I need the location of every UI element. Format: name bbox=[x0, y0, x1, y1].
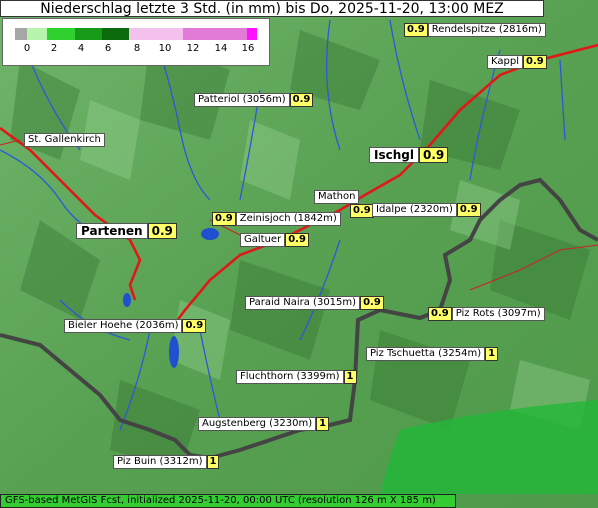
place-name: Mathon bbox=[314, 190, 360, 204]
precip-value: 1 bbox=[206, 455, 220, 469]
place-name: Fluchthorn (3399m) bbox=[236, 370, 344, 384]
place-name: Paraid Naira (3015m) bbox=[245, 296, 361, 310]
precip-value: 1 bbox=[316, 417, 330, 431]
place-galtuer[interactable]: Galtuer 0.9 bbox=[240, 233, 309, 247]
precip-value: 0.9 bbox=[404, 23, 428, 37]
place-paraid-naira[interactable]: Paraid Naira (3015m) 0.9 bbox=[245, 296, 384, 310]
place-name: Bieler Hoehe (2036m) bbox=[64, 319, 183, 333]
place-name: Partenen bbox=[76, 223, 148, 239]
place-name: Rendelspitze (2816m) bbox=[427, 23, 546, 37]
place-name: Kappl bbox=[487, 55, 523, 69]
place-name: Ischgl bbox=[369, 147, 419, 163]
legend-segment-16plus bbox=[247, 28, 257, 40]
legend-segment-missing bbox=[15, 28, 27, 40]
place-bieler-hoehe[interactable]: Bieler Hoehe (2036m) 0.9 bbox=[64, 319, 207, 333]
place-name: Patteriol (3056m) bbox=[194, 93, 290, 107]
place-rendelspitze[interactable]: 0.9 Rendelspitze (2816m) bbox=[404, 23, 546, 37]
place-name: Galtuer bbox=[240, 233, 286, 247]
place-partenen[interactable]: Partenen 0.9 bbox=[76, 223, 177, 239]
legend-segment-0-2 bbox=[27, 28, 47, 40]
precip-value: 1 bbox=[485, 347, 499, 361]
place-ischgl[interactable]: Ischgl 0.9 bbox=[369, 147, 449, 163]
legend-segment-2-4 bbox=[47, 28, 75, 40]
legend-tick: 14 bbox=[214, 43, 228, 54]
forecast-footer: GFS-based MetGIS Fcst, initialized 2025-… bbox=[0, 494, 456, 508]
legend-segment-12-16 bbox=[183, 28, 247, 40]
place-st-gallenkirch[interactable]: St. Gallenkirch bbox=[24, 133, 105, 147]
precip-value: 0.9 bbox=[418, 147, 449, 163]
precip-value: 0.9 bbox=[522, 55, 547, 69]
precip-value: 0.9 bbox=[289, 93, 314, 107]
precip-value: 0.9 bbox=[456, 203, 481, 217]
legend-segment-6-8 bbox=[102, 28, 129, 40]
place-name: Piz Tschuetta (3254m) bbox=[366, 347, 486, 361]
legend-tick: 10 bbox=[158, 43, 172, 54]
precip-legend: 0 2 4 6 8 10 12 14 16 bbox=[2, 18, 270, 66]
place-piz-tschuetta[interactable]: Piz Tschuetta (3254m) 1 bbox=[366, 347, 499, 361]
place-augstenberg[interactable]: Augstenberg (3230m) 1 bbox=[198, 417, 330, 431]
legend-tick: 4 bbox=[77, 43, 85, 54]
map-title: Niederschlag letzte 3 Std. (in mm) bis D… bbox=[0, 0, 544, 17]
legend-tick: 6 bbox=[104, 43, 112, 54]
lake-kops bbox=[201, 228, 219, 240]
precip-value: 0.9 bbox=[350, 204, 374, 218]
place-name: Piz Rots (3097m) bbox=[451, 307, 545, 321]
place-zeinisjoch[interactable]: 0.9 Zeinisjoch (1842m) bbox=[212, 212, 341, 226]
precip-value: 1 bbox=[343, 370, 357, 384]
place-name: St. Gallenkirch bbox=[24, 133, 105, 147]
place-mathon-value[interactable]: 0.9 bbox=[350, 204, 374, 218]
lake-vermunt bbox=[123, 293, 131, 307]
place-kappl[interactable]: Kappl 0.9 bbox=[487, 55, 547, 69]
legend-tick: 12 bbox=[186, 43, 200, 54]
place-patteriol[interactable]: Patteriol (3056m) 0.9 bbox=[194, 93, 314, 107]
precip-value: 0.9 bbox=[285, 233, 309, 247]
precip-value: 0.9 bbox=[147, 223, 177, 239]
lake-silvretta bbox=[169, 336, 179, 368]
precip-value: 0.9 bbox=[428, 307, 452, 321]
place-mathon[interactable]: Mathon bbox=[314, 190, 360, 204]
place-name: Augstenberg (3230m) bbox=[198, 417, 317, 431]
place-idalpe[interactable]: Idalpe (2320m) 0.9 bbox=[372, 203, 481, 217]
legend-tick: 8 bbox=[133, 43, 141, 54]
place-name: Piz Buin (3312m) bbox=[113, 455, 207, 469]
place-piz-buin[interactable]: Piz Buin (3312m) 1 bbox=[113, 455, 220, 469]
precip-value: 0.9 bbox=[212, 212, 236, 226]
place-name: Zeinisjoch (1842m) bbox=[235, 212, 341, 226]
legend-segment-4-6 bbox=[75, 28, 102, 40]
place-piz-rots[interactable]: 0.9 Piz Rots (3097m) bbox=[428, 307, 545, 321]
precip-value: 0.9 bbox=[182, 319, 207, 333]
terrain-map[interactable] bbox=[0, 0, 598, 508]
place-name: Idalpe (2320m) bbox=[372, 203, 457, 217]
legend-tick: 0 bbox=[23, 43, 31, 54]
legend-segment-8-12 bbox=[129, 28, 183, 40]
legend-tick: 2 bbox=[50, 43, 58, 54]
place-fluchthorn[interactable]: Fluchthorn (3399m) 1 bbox=[236, 370, 357, 384]
legend-tick: 16 bbox=[241, 43, 255, 54]
precip-value: 0.9 bbox=[360, 296, 384, 310]
